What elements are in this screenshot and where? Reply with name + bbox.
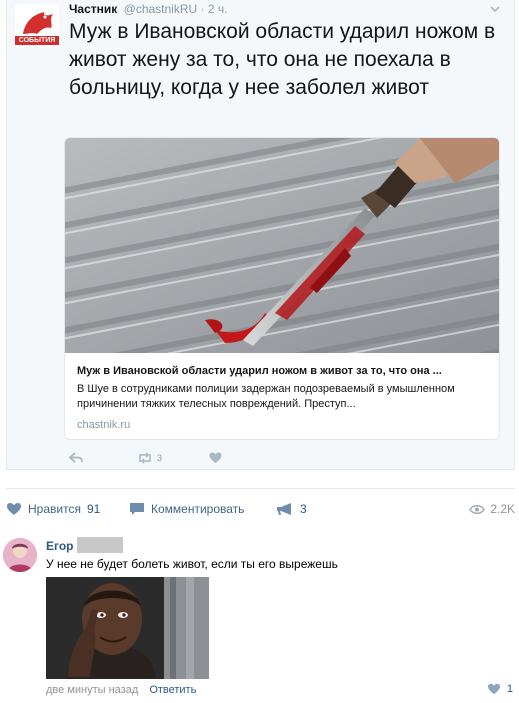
share-button[interactable]: 3	[276, 502, 307, 516]
tweet-avatar[interactable]: СОБЫТИЯ	[15, 4, 59, 48]
tweet-link-card[interactable]: Муж в Ивановской области ударил ножом в …	[64, 137, 500, 440]
heart-icon	[7, 503, 21, 515]
divider	[6, 488, 515, 489]
reply-link[interactable]: Ответить	[149, 684, 196, 696]
link-card-description: В Шуе в сотрудниками полиции задержан по…	[77, 383, 455, 410]
megaphone-icon	[277, 503, 291, 515]
comment-label: Комментировать	[151, 502, 245, 516]
tweet-retweet-button[interactable]: 3	[137, 452, 162, 464]
link-card-domain: chastnik.ru	[77, 419, 131, 431]
comment-meta: две минуты назад Ответить	[46, 684, 196, 696]
comment-avatar[interactable]	[3, 538, 37, 572]
comment-time[interactable]: две минуты назад	[46, 684, 138, 696]
retweet-icon	[139, 452, 151, 464]
like-count: 91	[86, 502, 101, 516]
views-count: 2.2K	[490, 502, 515, 516]
tweet-reply-button[interactable]	[69, 452, 83, 464]
comment-button[interactable]: Комментировать	[129, 502, 244, 516]
like-button[interactable]: Нравится 91	[6, 502, 100, 516]
tweet-like-button[interactable]	[209, 452, 222, 464]
tweet-handle[interactable]: @chastnikRU	[124, 2, 198, 16]
retweet-count: 3	[157, 453, 163, 463]
comment-text: У нее не будет болеть живот, если ты его…	[46, 557, 338, 571]
meme-photo	[46, 577, 209, 679]
share-count: 3	[300, 502, 307, 516]
avatar-image	[3, 538, 37, 572]
tweet-author-name[interactable]: Частник	[69, 2, 117, 16]
tweet-time[interactable]: · 2 ч.	[201, 2, 228, 16]
like-label: Нравится	[28, 502, 81, 516]
redacted-surname	[77, 537, 123, 553]
comment-like-count: 1	[506, 683, 513, 695]
views-counter: 2.2K	[469, 502, 515, 516]
avatar-badge: СОБЫТИЯ	[15, 36, 59, 45]
reply-icon	[69, 452, 83, 463]
link-card-image	[65, 138, 499, 353]
heart-icon	[487, 683, 500, 695]
comment-attached-photo[interactable]	[46, 577, 209, 679]
post-actions-bar: Нравится 91 Комментировать 3 2.2K	[6, 500, 515, 522]
link-card-title[interactable]: Муж в Ивановской области ударил ножом в …	[77, 365, 489, 377]
embedded-tweet: СОБЫТИЯ Частник @chastnikRU · 2 ч. Муж в…	[6, 0, 515, 470]
chevron-down-icon[interactable]	[488, 2, 502, 16]
tweet-header: Частник @chastnikRU · 2 ч.	[69, 2, 227, 16]
tweet-text: Муж в Ивановской области ударил ножом в …	[69, 20, 496, 99]
eye-icon	[469, 504, 486, 514]
comment-author[interactable]: Егор	[46, 539, 74, 553]
comment-icon	[130, 503, 144, 515]
comment-like-button[interactable]: 1	[487, 683, 513, 695]
heart-icon	[209, 452, 222, 463]
